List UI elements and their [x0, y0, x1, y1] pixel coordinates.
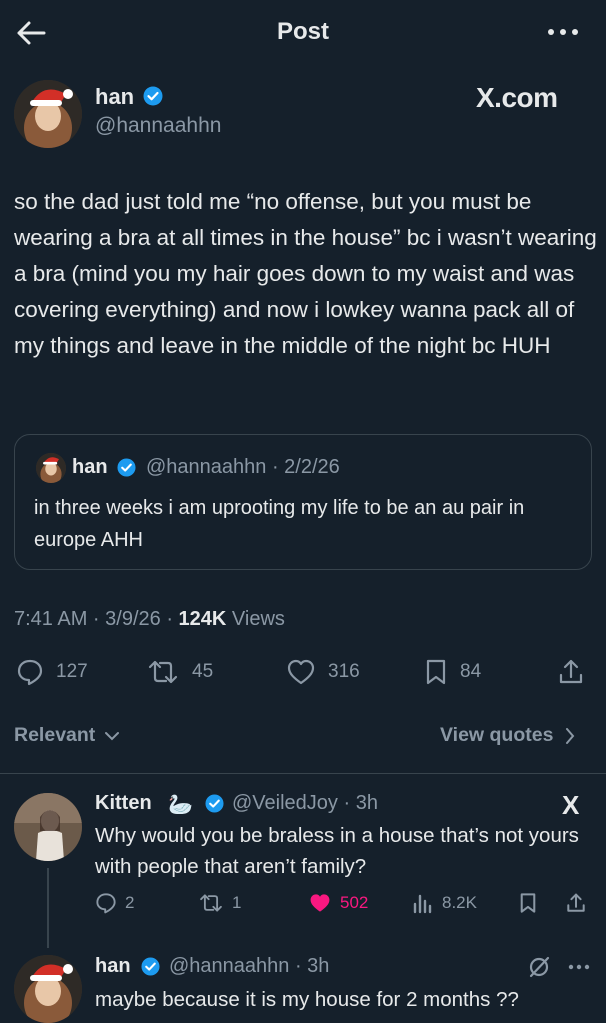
share-icon	[559, 659, 583, 684]
bookmark-icon	[426, 659, 446, 685]
reply-bookmark-button[interactable]	[518, 892, 538, 914]
sort-label: Relevant	[14, 724, 96, 746]
reply-repost-count: 1	[232, 893, 242, 912]
reply-author-handle[interactable]: @hannaahhn · 3h	[169, 955, 329, 978]
verified-badge-icon	[143, 86, 163, 106]
reply-like-count: 502	[340, 893, 369, 912]
post-text: so the dad just told me “no offense, but…	[14, 189, 597, 358]
page-title: Post	[276, 18, 329, 45]
swan-emoji: 🦢	[168, 794, 193, 816]
top-bar: Post	[0, 0, 606, 66]
share-button[interactable]	[558, 658, 584, 686]
author-handle[interactable]: @hannaahhn	[95, 114, 221, 138]
reply-button[interactable]: 127	[16, 658, 88, 686]
thread-line	[47, 868, 49, 948]
reply-reply-count: 2	[125, 893, 135, 912]
repost-icon	[200, 894, 222, 912]
view-quotes-link[interactable]: View quotes	[440, 724, 575, 747]
reply-author-name[interactable]: han	[95, 955, 131, 978]
more-horizontal-icon[interactable]	[546, 24, 580, 40]
reply-repost-button[interactable]: 1	[198, 892, 241, 914]
views-chart-icon	[413, 894, 432, 914]
post-meta: 7:41 AM · 3/9/26 · 124K Views	[14, 608, 285, 631]
grok-icon[interactable]	[527, 955, 551, 979]
reply-avatar[interactable]	[14, 793, 82, 861]
verified-badge-icon	[141, 957, 160, 976]
like-button[interactable]: 316	[286, 658, 360, 686]
heart-icon	[287, 659, 315, 685]
more-horizontal-icon[interactable]	[567, 963, 591, 971]
chevron-down-icon	[104, 731, 119, 741]
reply-views-button[interactable]: 8.2K	[412, 892, 477, 914]
avatar[interactable]	[14, 80, 82, 148]
bookmark-button[interactable]: 84	[424, 658, 481, 686]
x-logo-badge: X	[562, 790, 580, 820]
chevron-right-icon	[565, 727, 575, 744]
verified-badge-icon	[205, 794, 224, 813]
reply-avatar[interactable]	[14, 955, 82, 1023]
post-time: 7:41 AM · 3/9/26 ·	[14, 608, 179, 630]
share-icon	[567, 893, 585, 912]
author-name[interactable]: han	[95, 84, 134, 110]
bookmark-count: 84	[460, 661, 482, 682]
reply-text: maybe because it is my house for 2 month…	[95, 988, 519, 1011]
sort-relevant-dropdown[interactable]: Relevant	[14, 724, 119, 747]
reply-like-button[interactable]: 502	[308, 892, 368, 914]
views-label: Views	[226, 608, 285, 630]
verified-badge-icon	[117, 458, 136, 477]
reply-author-handle[interactable]: @VeiledJoy · 3h	[232, 792, 378, 815]
reply-icon	[17, 659, 43, 686]
reply-reply-button[interactable]: 2	[95, 892, 134, 914]
repost-button[interactable]: 45	[146, 658, 213, 686]
divider	[0, 773, 606, 774]
heart-filled-icon	[310, 894, 330, 912]
reply-share-button[interactable]	[566, 892, 586, 914]
reply-author-name[interactable]: Kitten	[95, 792, 152, 815]
reply-views-count: 8.2K	[442, 893, 477, 912]
like-count: 316	[328, 661, 360, 682]
reply-icon	[96, 893, 116, 914]
repost-count: 45	[192, 661, 214, 682]
view-quotes-label: View quotes	[440, 724, 554, 746]
quote-avatar	[36, 453, 66, 483]
repost-icon	[148, 660, 178, 684]
quote-author-name: han	[72, 456, 108, 478]
bookmark-icon	[520, 893, 536, 913]
x-com-watermark: X.com	[476, 82, 558, 113]
quote-author-handle: @hannaahhn · 2/2/26	[146, 456, 340, 478]
views-count[interactable]: 124K	[179, 608, 227, 630]
quote-text: in three weeks i am uprooting my life to…	[34, 497, 525, 551]
reply-text: Why would you be braless in a house that…	[95, 824, 579, 878]
reply-count: 127	[56, 661, 88, 682]
